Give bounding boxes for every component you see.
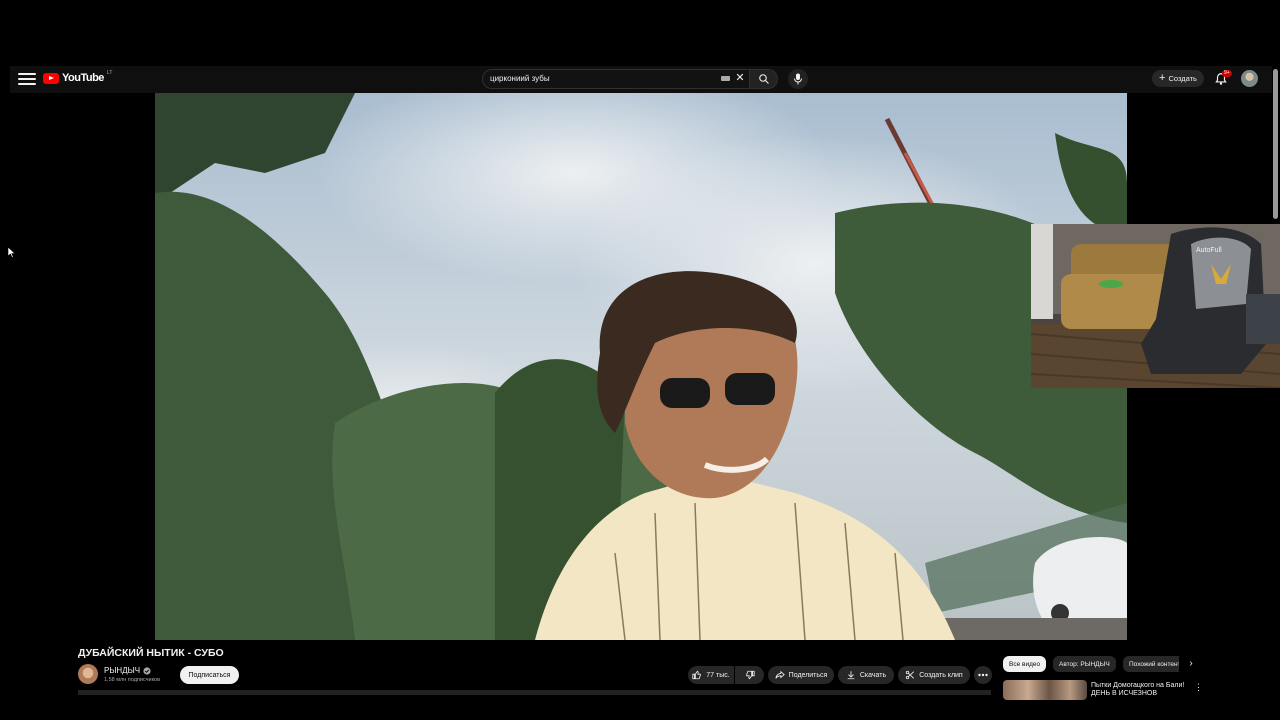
recommendation-title[interactable]: Пытки Домогацкого на Бали! ДЕНЬ В ИСЧЕЗН… bbox=[1091, 682, 1191, 700]
clip-label: Создать клип bbox=[919, 671, 963, 679]
search-button[interactable] bbox=[750, 69, 778, 89]
voice-search-button[interactable] bbox=[788, 69, 808, 89]
channel-avatar[interactable] bbox=[78, 664, 98, 684]
logo-country: LT bbox=[106, 70, 113, 76]
scissors-icon bbox=[906, 670, 915, 680]
plus-icon: + bbox=[1159, 72, 1166, 84]
chip-similar[interactable]: Похожий контент bbox=[1123, 656, 1179, 672]
cursor-icon bbox=[8, 247, 16, 258]
verified-icon bbox=[143, 666, 151, 675]
logo-text: YouTube bbox=[62, 72, 104, 84]
download-icon bbox=[847, 671, 855, 680]
create-button[interactable]: + Создать bbox=[1152, 70, 1204, 87]
mic-icon bbox=[794, 73, 802, 85]
chip-author[interactable]: Автор: РЫНДЫЧ bbox=[1053, 656, 1116, 672]
chevron-right-icon[interactable]: › bbox=[1184, 656, 1198, 672]
more-actions-button[interactable] bbox=[974, 666, 992, 684]
create-label: Создать bbox=[1168, 74, 1197, 83]
keyboard-icon[interactable] bbox=[721, 76, 730, 81]
channel-name-text: РЫНДЫЧ bbox=[104, 666, 141, 675]
menu-icon[interactable] bbox=[18, 72, 36, 86]
like-button[interactable]: 77 тыс. bbox=[688, 666, 734, 684]
chip-all-videos[interactable]: Все видео bbox=[1003, 656, 1047, 672]
search-icon bbox=[758, 74, 769, 84]
more-horizontal-icon bbox=[978, 673, 988, 677]
avatar[interactable] bbox=[1241, 70, 1258, 87]
video-frame-image bbox=[155, 93, 1127, 640]
create-clip-button[interactable]: Создать клип bbox=[898, 666, 970, 684]
scrollbar[interactable] bbox=[1273, 69, 1278, 219]
notifications-badge: 9+ bbox=[1222, 70, 1232, 77]
download-label: Скачать bbox=[859, 671, 887, 679]
description-box[interactable] bbox=[78, 690, 991, 695]
more-vertical-icon[interactable]: ⋮ bbox=[1194, 682, 1203, 693]
chair-brand-text: AutoFull bbox=[1196, 247, 1222, 254]
thumbs-down-icon bbox=[745, 670, 755, 680]
download-button[interactable]: Скачать bbox=[838, 666, 894, 684]
youtube-logo[interactable]: YouTube LT bbox=[43, 70, 113, 84]
channel-name[interactable]: РЫНДЫЧ bbox=[104, 666, 151, 675]
webcam-room-image: AutoFull bbox=[1031, 224, 1280, 388]
youtube-play-icon bbox=[43, 72, 59, 84]
subscribe-button[interactable]: Подписаться bbox=[180, 666, 239, 684]
share-button[interactable]: Поделиться bbox=[768, 666, 834, 684]
share-label: Поделиться bbox=[788, 671, 828, 679]
video-title: ДУБАЙСКИЙ НЫТИК - СУБО bbox=[78, 647, 224, 659]
close-icon[interactable]: ✕ bbox=[735, 72, 745, 84]
like-count: 77 тыс. bbox=[706, 671, 730, 679]
thumbs-up-icon bbox=[692, 670, 702, 680]
channel-subscriber-count: 1,58 млн подписчиков bbox=[104, 677, 161, 683]
video-player[interactable] bbox=[155, 93, 1127, 640]
webcam-overlay: AutoFull bbox=[1031, 224, 1280, 388]
recommendation-thumbnail[interactable] bbox=[1003, 680, 1087, 700]
dislike-button[interactable] bbox=[735, 666, 764, 684]
search-query-text: циркониий зубы bbox=[490, 74, 550, 83]
share-icon bbox=[775, 670, 785, 679]
